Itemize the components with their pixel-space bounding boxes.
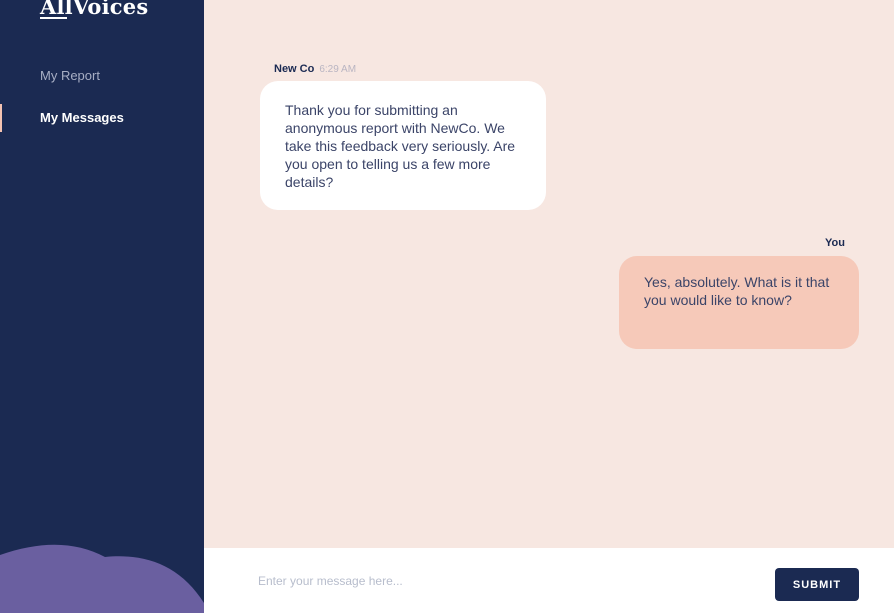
message-composer: SUBMIT [204,548,894,613]
app-window: AllVoices My Report My Messages New Co 6:… [0,0,894,613]
message-thread: New Co 6:29 AM Thank you for submitting a… [204,0,894,548]
outgoing-message-bubble: Yes, absolutely. What is it that you wou… [619,256,859,349]
sender-name-you: You [825,237,845,249]
sidebar-item-my-messages[interactable]: My Messages [40,110,124,125]
incoming-message-bubble: Thank you for submitting an anonymous re… [260,81,546,210]
sidebar: AllVoices My Report My Messages [0,0,204,613]
sidebar-item-my-report[interactable]: My Report [40,68,100,83]
sender-name: New Co [274,63,315,75]
message-input[interactable] [258,570,728,592]
submit-button[interactable]: SUBMIT [775,568,859,601]
active-nav-indicator [0,104,2,132]
message-timestamp: 6:29 AM [319,64,357,75]
message-meta-newco: New Co 6:29 AM [274,63,356,75]
decorative-wave-shape [0,544,204,613]
logo-underline [40,17,67,19]
